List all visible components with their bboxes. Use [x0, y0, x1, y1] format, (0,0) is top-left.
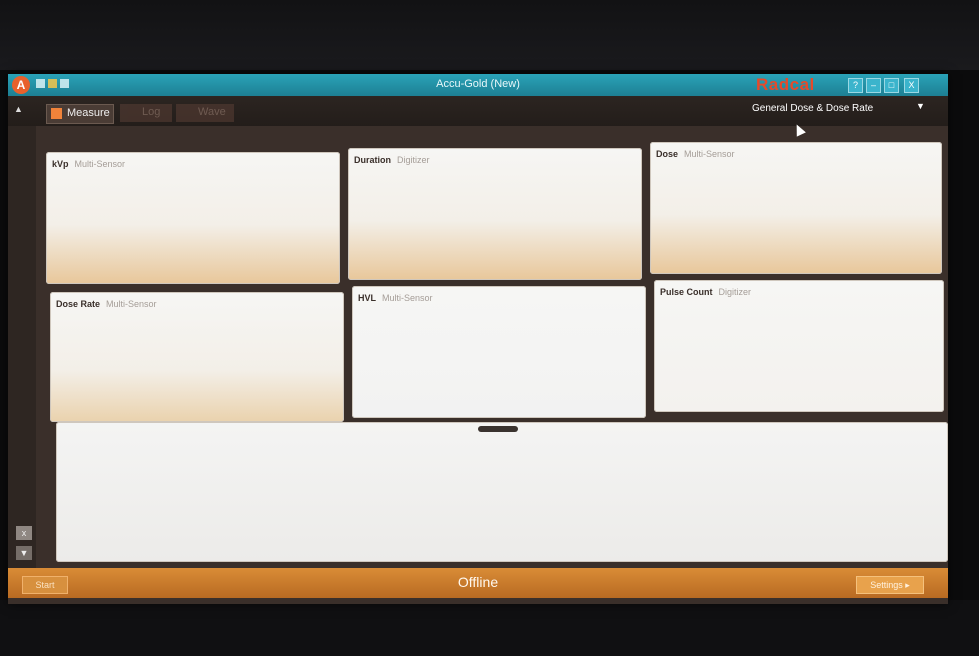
measurement-panel-duration[interactable]: Duration Digitizer [348, 148, 642, 280]
panel-name: Pulse Count [660, 287, 713, 297]
tab-wave-label: Wave [198, 106, 226, 118]
preset-dropdown[interactable]: General Dose & Dose Rate ▼ [724, 100, 934, 118]
panel-name: HVL [358, 293, 376, 303]
tab-wave[interactable]: Wave [176, 104, 234, 122]
monitor-bezel-bottom [0, 600, 979, 656]
help-button[interactable]: ? [848, 78, 863, 93]
minimize-button[interactable]: – [866, 78, 881, 93]
measurement-panel-hvl[interactable]: HVL Multi-Sensor [352, 286, 646, 418]
maximize-icon: □ [888, 80, 895, 90]
sidebar-scroll-down-button[interactable]: ▼ [16, 546, 32, 560]
panel-source: Multi-Sensor [106, 299, 157, 309]
ribbon: ▲ Measure Log Wave General Dose & Dose R… [8, 96, 948, 126]
app-window: A Accu-Gold (New) Radcal ? – □ X ▲ Measu… [8, 74, 948, 604]
panel-source: Digitizer [718, 287, 752, 297]
tab-measure[interactable]: Measure [46, 104, 114, 124]
close-icon: X [908, 80, 915, 90]
measure-icon [51, 108, 62, 119]
close-button[interactable]: X [904, 78, 919, 93]
panel-source: Digitizer [397, 155, 430, 165]
left-sidebar: x ▼ [8, 126, 36, 572]
measurement-panel-dose-rate[interactable]: Dose Rate Multi-Sensor [50, 292, 344, 422]
monitor-bezel-top [0, 0, 979, 70]
tab-measure-label: Measure [67, 107, 110, 119]
panel-title: Pulse Count Digitizer [660, 287, 751, 297]
status-bar: Start Offline Settings ▸ [8, 568, 948, 598]
waveform-area[interactable] [56, 422, 948, 562]
preset-dropdown-value: General Dose & Dose Rate [752, 103, 874, 114]
sidebar-close-button[interactable]: x [16, 526, 32, 540]
tab-log-label: Log [142, 106, 161, 118]
settings-button[interactable]: Settings ▸ [856, 576, 924, 594]
measurement-panel-pulse-count[interactable]: Pulse Count Digitizer [654, 280, 944, 412]
connection-status: Offline [457, 574, 499, 590]
splitter-grip-handle[interactable] [478, 426, 518, 432]
dropdown-arrow-icon: ▼ [916, 101, 925, 111]
maximize-button[interactable]: □ [884, 78, 899, 93]
panel-title: Duration Digitizer [354, 155, 430, 165]
collapse-ribbon-icon[interactable]: ▲ [14, 104, 23, 114]
panel-title: HVL Multi-Sensor [358, 293, 433, 303]
panel-title: kVp Multi-Sensor [52, 159, 125, 169]
help-icon: ? [852, 80, 858, 90]
panel-source: Multi-Sensor [74, 159, 126, 169]
panel-name: Duration [354, 155, 391, 165]
panel-name: kVp [52, 159, 69, 169]
measurement-panel-kvp[interactable]: kVp Multi-Sensor [46, 152, 340, 284]
panel-name: Dose [656, 149, 679, 159]
panel-title: Dose Rate Multi-Sensor [56, 299, 157, 309]
panel-title: Dose Multi-Sensor [656, 149, 735, 159]
title-bar: A Accu-Gold (New) Radcal ? – □ X [8, 74, 948, 96]
brand-logo: Radcal [756, 75, 815, 94]
panel-source: Multi-Sensor [382, 293, 433, 303]
tab-log[interactable]: Log [120, 104, 172, 122]
measurement-panel-dose[interactable]: Dose Multi-Sensor [650, 142, 942, 274]
minimize-icon: – [870, 80, 876, 90]
panel-source: Multi-Sensor [684, 149, 735, 159]
panel-name: Dose Rate [56, 299, 101, 309]
